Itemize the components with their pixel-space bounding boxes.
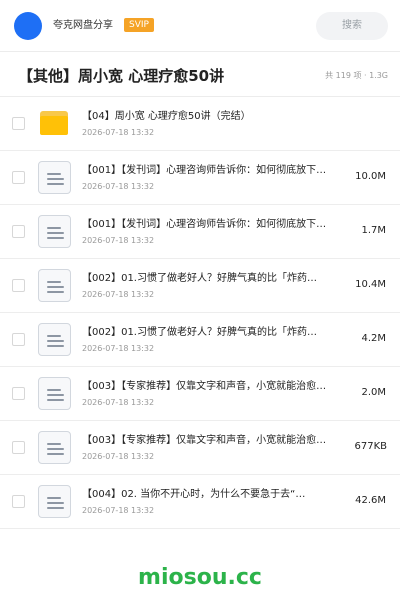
file-name: 【001】【发刊词】心理咨询师告诉你：如何彻底放下… [82, 219, 327, 230]
select-checkbox[interactable] [12, 387, 25, 400]
select-checkbox[interactable] [12, 225, 25, 238]
list-item-file[interactable]: 【003】【专家推荐】仅靠文字和声音，小宽就能治愈… 2026-07-18 13… [0, 367, 400, 421]
document-icon [38, 215, 71, 248]
file-date: 2026-07-18 13:32 [82, 506, 155, 515]
file-size: 4.2M [361, 333, 386, 344]
file-size: 42.6M [355, 495, 386, 506]
file-name: 【002】01.习惯了做老好人？好脾气真的比「炸药… [82, 273, 317, 284]
search-input[interactable]: 搜索 [316, 12, 388, 40]
vip-badge: SVIP [124, 18, 154, 32]
file-size: 677KB [354, 441, 387, 452]
list-item-file[interactable]: 【001】【发刊词】心理咨询师告诉你：如何彻底放下… 2026-07-18 13… [0, 151, 400, 205]
file-size: 2.0M [361, 387, 386, 398]
file-count: 共 119 项 · 1.3G [325, 71, 388, 80]
list-item-file[interactable]: 【002】01.习惯了做老好人？好脾气真的比「炸药… 2026-07-18 13… [0, 313, 400, 367]
select-checkbox[interactable] [12, 495, 25, 508]
document-icon [38, 377, 71, 410]
file-date: 2026-07-18 13:32 [82, 344, 155, 353]
select-checkbox[interactable] [12, 441, 25, 454]
list-item-file[interactable]: 【001】【发刊词】心理咨询师告诉你：如何彻底放下… 2026-07-18 13… [0, 205, 400, 259]
file-name: 【001】【发刊词】心理咨询师告诉你：如何彻底放下… [82, 165, 327, 176]
document-icon [38, 485, 71, 518]
file-name: 【003】【专家推荐】仅靠文字和声音，小宽就能治愈… [82, 381, 327, 392]
file-date: 2026-07-18 13:32 [82, 128, 155, 137]
select-checkbox[interactable] [12, 171, 25, 184]
page-title: 【其他】周小宽 心理疗愈50讲 [18, 67, 225, 85]
select-checkbox[interactable] [12, 333, 25, 346]
file-date: 2026-07-18 13:32 [82, 236, 155, 245]
file-date: 2026-07-18 13:32 [82, 182, 155, 191]
list-item-file[interactable]: 【002】01.习惯了做老好人？好脾气真的比「炸药… 2026-07-18 13… [0, 259, 400, 313]
document-icon [38, 161, 71, 194]
select-checkbox[interactable] [12, 279, 25, 292]
file-name: 【04】周小宽 心理疗愈50讲（完结） [82, 111, 251, 122]
folder-icon [40, 111, 68, 135]
file-name: 【002】01.习惯了做老好人？好脾气真的比「炸药… [82, 327, 317, 338]
file-size: 10.0M [355, 171, 386, 182]
document-icon [38, 269, 71, 302]
document-icon [38, 431, 71, 464]
list-item-folder[interactable]: 【04】周小宽 心理疗愈50讲（完结） 2026-07-18 13:32 [0, 97, 400, 151]
file-date: 2026-07-18 13:32 [82, 452, 155, 461]
list-item-file[interactable]: 【004】02. 当你不开心时，为什么不要急于去“… 2026-07-18 13… [0, 475, 400, 529]
file-name: 【004】02. 当你不开心时，为什么不要急于去“… [82, 489, 306, 500]
select-checkbox[interactable] [12, 117, 25, 130]
app-header: 夸克网盘分享 SVIP 搜索 [0, 0, 400, 52]
document-icon [38, 323, 71, 356]
user-name: 夸克网盘分享 [53, 20, 113, 31]
folder-title-bar: 【其他】周小宽 心理疗愈50讲 共 119 项 · 1.3G [0, 52, 400, 97]
file-size: 10.4M [355, 279, 386, 290]
watermark: miosou.cc [138, 565, 262, 590]
list-item-file[interactable]: 【003】【专家推荐】仅靠文字和声音，小宽就能治愈… 2026-07-18 13… [0, 421, 400, 475]
file-date: 2026-07-18 13:32 [82, 290, 155, 299]
file-date: 2026-07-18 13:32 [82, 398, 155, 407]
file-size: 1.7M [361, 225, 386, 236]
avatar[interactable] [14, 12, 42, 40]
file-name: 【003】【专家推荐】仅靠文字和声音，小宽就能治愈… [82, 435, 327, 446]
